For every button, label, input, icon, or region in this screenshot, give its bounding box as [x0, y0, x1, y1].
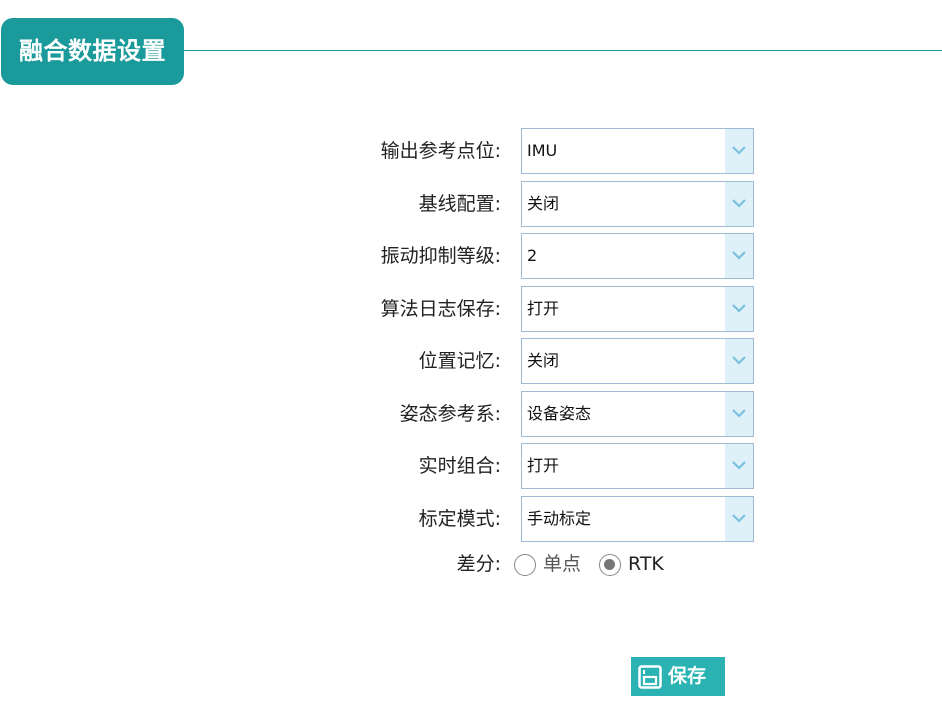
settings-page: 融合数据设置 输出参考点位: IMU 基线配置: 关闭 振动抑制等级: 2 算法… [0, 0, 942, 717]
radio-single-point[interactable]: 单点 [514, 546, 592, 584]
field-label: 基线配置: [418, 193, 501, 215]
radio-option-label: 单点 [543, 553, 582, 575]
radio-dot [604, 559, 615, 570]
field-label: 实时组合: [418, 455, 501, 477]
radio-unchecked-icon[interactable] [514, 554, 536, 576]
form-row-realtime-combination: 实时组合: 打开 [0, 443, 942, 489]
save-button[interactable]: 保存 [631, 657, 725, 696]
chevron-down-icon[interactable] [725, 234, 753, 278]
field-label: 算法日志保存: [380, 298, 501, 320]
vibration-level-select[interactable]: 2 [521, 233, 754, 279]
select-value: 关闭 [527, 194, 560, 213]
algorithm-log-select[interactable]: 打开 [521, 286, 754, 332]
field-label: 姿态参考系: [399, 403, 501, 425]
radio-rtk[interactable]: RTK [599, 546, 674, 584]
chevron-down-icon[interactable] [725, 287, 753, 331]
select-value: 关闭 [527, 351, 560, 370]
form-row-output-reference: 输出参考点位: IMU [0, 128, 942, 174]
position-memory-select[interactable]: 关闭 [521, 338, 754, 384]
chevron-down-icon[interactable] [725, 392, 753, 436]
save-label: 保存 [668, 665, 707, 687]
chevron-down-icon[interactable] [725, 497, 753, 541]
radio-option-label: RTK [628, 553, 664, 575]
radio-checked-icon[interactable] [599, 554, 621, 576]
form-row-vibration-level: 振动抑制等级: 2 [0, 233, 942, 279]
header-divider [180, 50, 942, 51]
calibration-mode-select[interactable]: 手动标定 [521, 496, 754, 542]
page-title: 融合数据设置 [1, 18, 184, 85]
select-value: 手动标定 [527, 509, 592, 528]
form-row-calibration-mode: 标定模式: 手动标定 [0, 496, 942, 542]
realtime-combination-select[interactable]: 打开 [521, 443, 754, 489]
differential-radio-group: 差分: 单点 RTK [0, 546, 942, 584]
form-row-baseline-config: 基线配置: 关闭 [0, 181, 942, 227]
form-row-algorithm-log: 算法日志保存: 打开 [0, 286, 942, 332]
save-icon [638, 665, 662, 693]
select-value: 打开 [527, 456, 560, 475]
chevron-down-icon[interactable] [725, 129, 753, 173]
differential-label: 差分: [456, 553, 501, 575]
field-label: 输出参考点位: [380, 140, 501, 162]
select-value: IMU [527, 141, 558, 160]
chevron-down-icon[interactable] [725, 339, 753, 383]
select-value: 打开 [527, 299, 560, 318]
field-label: 振动抑制等级: [380, 245, 501, 267]
form-row-position-memory: 位置记忆: 关闭 [0, 338, 942, 384]
output-reference-select[interactable]: IMU [521, 128, 754, 174]
select-value: 2 [527, 246, 538, 265]
form-row-attitude-reference: 姿态参考系: 设备姿态 [0, 391, 942, 437]
field-label: 标定模式: [418, 508, 501, 530]
chevron-down-icon[interactable] [725, 444, 753, 488]
field-label: 位置记忆: [418, 350, 501, 372]
baseline-config-select[interactable]: 关闭 [521, 181, 754, 227]
select-value: 设备姿态 [527, 404, 592, 423]
chevron-down-icon[interactable] [725, 182, 753, 226]
attitude-reference-select[interactable]: 设备姿态 [521, 391, 754, 437]
